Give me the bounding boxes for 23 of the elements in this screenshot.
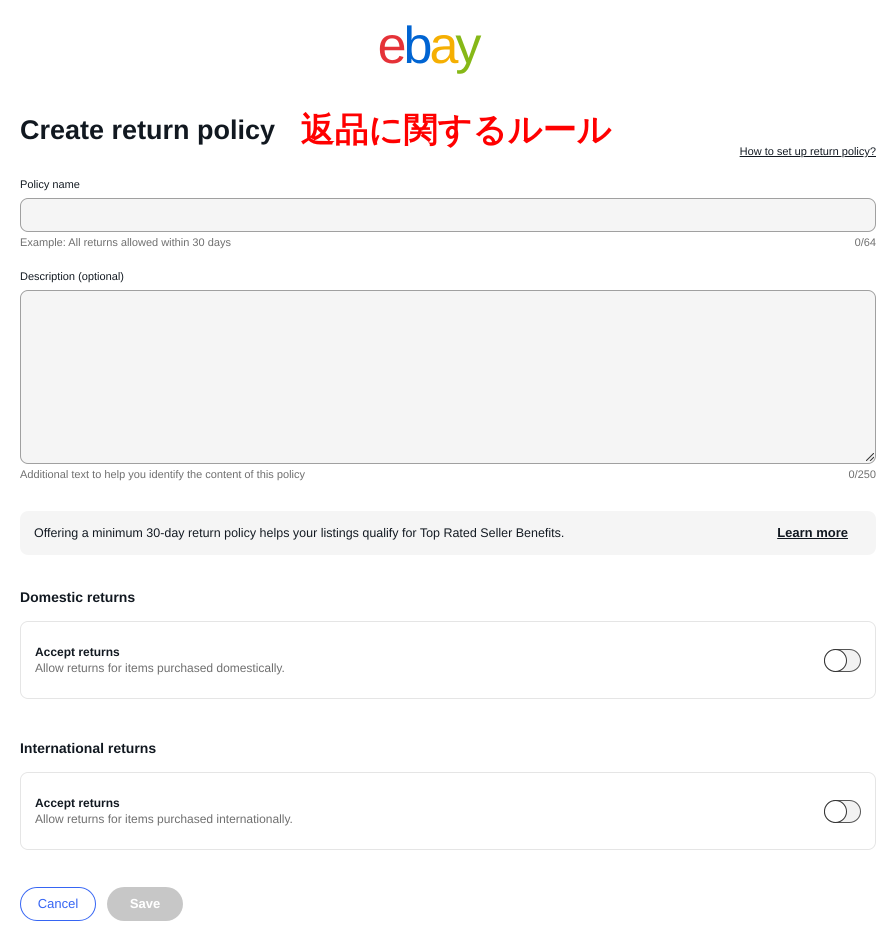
cancel-button[interactable]: Cancel xyxy=(20,887,96,921)
page-title: Create return policy xyxy=(20,114,276,147)
helper-text: Example: All returns allowed within 30 days xyxy=(20,236,231,250)
field-label: Policy name xyxy=(20,178,81,192)
toggle-switch[interactable] xyxy=(824,648,861,672)
section-heading: International returns xyxy=(20,739,158,757)
setting-label: Accept returns xyxy=(35,644,121,660)
setting-description: Allow returns for items purchased domestically. xyxy=(35,660,285,676)
setting-description: Allow returns for items purchased internationally. xyxy=(35,810,293,828)
banner-text: Offering a minimum 30-day return policy helps your listings qualify for Top Rated Seller Benefits. xyxy=(34,524,564,542)
ebay-logo: ebay xyxy=(378,18,478,74)
character-counter: 0/64 xyxy=(854,236,876,250)
annotation-text: 返品に関するルール xyxy=(301,111,612,149)
helper-text: Additional text to help you identify the content of this policy xyxy=(20,468,305,482)
character-counter: 0/250 xyxy=(848,468,876,482)
resize-handle-icon[interactable] xyxy=(866,453,874,461)
section-heading: Domestic returns xyxy=(20,588,136,606)
setting-label: Accept returns xyxy=(35,794,121,810)
policy-name-input[interactable] xyxy=(20,198,876,232)
field-label: Description (optional) xyxy=(20,270,125,284)
learn-more-link[interactable]: Learn more xyxy=(777,523,848,543)
help-link[interactable]: How to set up return policy? xyxy=(740,145,876,159)
toggle-switch[interactable] xyxy=(824,800,861,822)
